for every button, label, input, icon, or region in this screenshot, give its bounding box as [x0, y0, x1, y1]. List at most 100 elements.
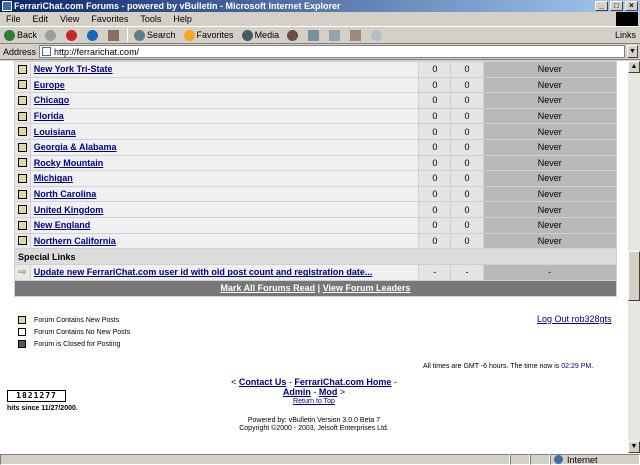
menu-file[interactable]: File	[0, 14, 27, 24]
timezone-info: All times are GMT -6 hours. The time now…	[423, 363, 594, 370]
favorites-button[interactable]: Favorites	[180, 27, 238, 43]
forum-row: Florida 0 0 Never	[14, 107, 618, 125]
forum-row: Europe 0 0 Never	[14, 76, 618, 94]
forum-link[interactable]: Rocky Mountain	[34, 158, 104, 168]
forum-posts: 0	[418, 61, 452, 78]
forum-posts: 0	[418, 216, 452, 234]
address-bar: Address http://ferrarichat.com/ ▼	[0, 44, 640, 60]
mark-all-read-link[interactable]: Mark All Forums Read	[220, 283, 315, 293]
forum-link[interactable]: United Kingdom	[34, 205, 104, 215]
favorites-icon	[183, 29, 195, 41]
forum-link[interactable]: North Carolina	[34, 189, 97, 199]
scroll-thumb[interactable]	[628, 251, 640, 301]
forum-link[interactable]: Europe	[34, 80, 65, 90]
bottom-links: < Contact Us - FerrariChat.com Home - Ad…	[231, 377, 397, 397]
forum-posts: 0	[418, 154, 452, 172]
admin-link[interactable]: Admin	[283, 387, 311, 397]
browser-toolbar: Back Search Favorites Media Links	[0, 26, 640, 44]
menu-tools[interactable]: Tools	[134, 14, 167, 24]
search-button[interactable]: Search	[130, 27, 180, 43]
forum-threads: 0	[450, 123, 484, 140]
address-dropdown-button[interactable]: ▼	[627, 45, 638, 58]
forum-link[interactable]: Florida	[34, 111, 64, 121]
hits-since: hits since 11/27/2000.	[7, 405, 78, 412]
forum-posts: 0	[418, 138, 452, 156]
menu-bar: File Edit View Favorites Tools Help	[0, 12, 640, 26]
print-icon	[329, 29, 341, 41]
vertical-scrollbar[interactable]: ▲ ▼	[628, 61, 640, 453]
legend-new-posts: Forum Contains New Posts	[18, 314, 130, 326]
forum-row: New York Tri-State 0 0 Never	[14, 61, 618, 78]
new-posts-icon	[17, 158, 27, 168]
print-button[interactable]	[325, 27, 346, 43]
edit-icon	[350, 29, 362, 41]
forward-button[interactable]	[41, 27, 62, 43]
forum-threads: 0	[450, 201, 484, 218]
view-forum-leaders-link[interactable]: View Forum Leaders	[323, 283, 411, 293]
mod-link[interactable]: Mod	[319, 387, 338, 397]
contact-us-link[interactable]: Contact Us	[239, 377, 287, 387]
special-last-post: -	[482, 264, 618, 281]
special-links-header-row: Special Links	[14, 248, 617, 266]
copyright: Copyright ©2000 - 2003, Jelsoft Enterpri…	[239, 425, 389, 432]
edit-button[interactable]	[346, 27, 367, 43]
footer-separator: |	[317, 283, 321, 294]
forum-posts: 0	[418, 107, 452, 125]
forum-last-post: Never	[482, 138, 618, 156]
menu-favorites[interactable]: Favorites	[85, 14, 134, 24]
forum-legend: Forum Contains New Posts Forum Contains …	[18, 314, 130, 350]
refresh-button[interactable]	[83, 27, 104, 43]
menu-view[interactable]: View	[54, 14, 85, 24]
new-posts-icon	[17, 220, 27, 230]
address-url: http://ferrarichat.com/	[54, 46, 140, 57]
forum-threads: 0	[450, 170, 484, 187]
forum-posts: 0	[418, 185, 452, 203]
forum-posts: 0	[418, 201, 452, 218]
special-threads: -	[450, 264, 484, 281]
forum-last-post: Never	[482, 154, 618, 172]
forum-last-post: Never	[482, 201, 618, 218]
messenger-button[interactable]	[367, 27, 388, 43]
forum-link[interactable]: Georgia & Alabama	[34, 142, 117, 152]
forum-link[interactable]: Louisiana	[34, 127, 76, 137]
forum-row: Georgia & Alabama 0 0 Never	[14, 138, 618, 156]
return-to-top-link[interactable]: Return to Top	[293, 398, 335, 405]
forum-last-post: Never	[482, 232, 618, 250]
home-button[interactable]	[104, 27, 125, 43]
maximize-button[interactable]: □	[610, 1, 623, 11]
close-button[interactable]: ×	[625, 1, 638, 11]
mail-icon	[308, 29, 320, 41]
scroll-up-button[interactable]: ▲	[628, 61, 640, 73]
back-arrow-icon	[4, 29, 15, 41]
media-button[interactable]: Media	[238, 27, 284, 43]
media-icon	[241, 29, 253, 41]
forum-threads: 0	[450, 76, 484, 94]
stop-button[interactable]	[62, 27, 83, 43]
forum-link[interactable]: Michigan	[34, 173, 73, 183]
lock-icon	[18, 340, 26, 348]
status-segment	[510, 454, 530, 465]
home-link[interactable]: FerrariChat.com Home	[294, 377, 391, 387]
links-toolbar[interactable]: Links	[615, 30, 640, 40]
mail-button[interactable]	[304, 27, 325, 43]
forum-last-post: Never	[482, 185, 618, 203]
minimize-button[interactable]: _	[595, 1, 608, 11]
forum-link[interactable]: New England	[34, 220, 91, 230]
history-button[interactable]	[283, 27, 304, 43]
special-link[interactable]: Update new FerrariChat.com user id with …	[34, 267, 373, 277]
logout-link[interactable]: Log Out rob328gts	[537, 314, 612, 324]
forum-last-post: Never	[482, 92, 618, 109]
forum-threads: 0	[450, 185, 484, 203]
special-link-row: ⇨ Update new FerrariChat.com user id wit…	[14, 264, 618, 281]
forum-threads: 0	[450, 154, 484, 172]
scroll-down-button[interactable]: ▼	[628, 441, 640, 453]
menu-help[interactable]: Help	[167, 14, 198, 24]
menu-edit[interactable]: Edit	[27, 14, 55, 24]
forum-link[interactable]: Chicago	[34, 95, 70, 105]
forum-link[interactable]: New York Tri-State	[34, 64, 113, 74]
forum-posts: 0	[418, 232, 452, 250]
back-button[interactable]: Back	[0, 27, 41, 43]
messenger-icon	[371, 29, 383, 41]
address-input[interactable]: http://ferrarichat.com/	[39, 45, 625, 58]
forum-link[interactable]: Northern California	[34, 236, 116, 246]
